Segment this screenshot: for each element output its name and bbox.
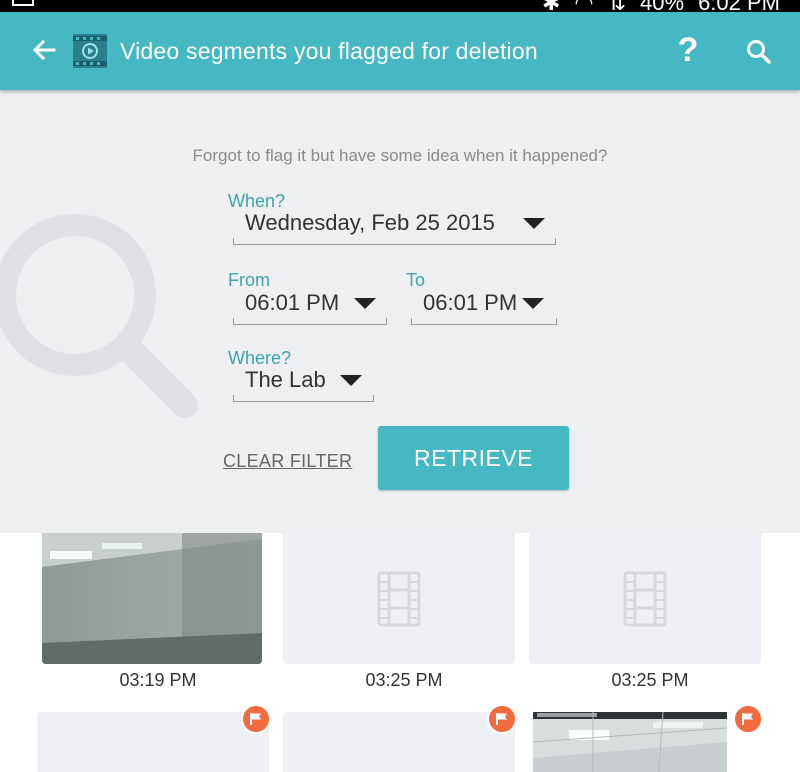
retrieve-button[interactable]: RETRIEVE [378,426,569,490]
flag-badge[interactable] [733,704,763,734]
from-time-value: 06:01 PM [245,290,340,315]
dropdown-caret-icon [354,298,376,309]
filter-panel: Forgot to flag it but have some idea whe… [0,90,800,533]
filter-hint: Forgot to flag it but have some idea whe… [192,146,608,165]
segment-card[interactable] [533,712,727,772]
where-dropdown[interactable]: The Lab [233,363,374,402]
data-transfer-icon: ⇅ [608,0,626,12]
to-time-dropdown[interactable]: 06:01 PM [411,286,557,325]
segment-time: 03:25 PM [365,670,443,690]
flag-badge[interactable] [241,704,271,734]
notification-icon [12,0,34,6]
segment-card[interactable] [529,533,761,664]
battery-text: 40% [640,0,684,12]
magnifier-watermark-icon [0,214,198,418]
help-icon[interactable]: ? [673,30,703,70]
segment-card[interactable] [283,533,515,664]
room-thumbnail-image [533,712,727,772]
flag-icon [496,713,507,725]
segment-time: 03:19 PM [119,670,197,690]
status-bar: ✱ ◠ ⇅ 40% 6:02 PM [0,0,800,12]
search-icon[interactable] [745,38,773,66]
wifi-icon: ◠ [574,0,593,12]
segment-time: 03:25 PM [611,670,689,690]
film-placeholder-icon [377,571,421,626]
to-time-value: 06:01 PM [423,290,518,315]
film-placeholder-icon [623,571,667,626]
clear-filter-link[interactable]: CLEAR FILTER [223,451,352,472]
where-value: The Lab [245,367,326,392]
flag-icon [250,713,261,725]
segment-grid: 03:19 PM 03:25 PM 03:25 PM [0,533,800,772]
bluetooth-icon: ✱ [542,0,560,12]
when-value: Wednesday, Feb 25 2015 [245,210,495,235]
flag-badge[interactable] [487,704,517,734]
dropdown-caret-icon [340,375,362,386]
from-time-dropdown[interactable]: 06:01 PM [233,286,387,325]
when-dropdown[interactable]: Wednesday, Feb 25 2015 [233,206,556,245]
video-logo-icon [73,34,107,68]
segment-card[interactable] [37,712,269,772]
app-bar: Video segments you flagged for deletion … [0,12,800,90]
dropdown-caret-icon [522,298,544,309]
dropdown-caret-icon [523,218,545,229]
flag-icon [742,713,753,725]
clock-text: 6:02 PM [698,0,780,12]
room-thumbnail-image [42,533,262,664]
status-icons: ✱ ◠ ⇅ 40% 6:02 PM [542,0,780,12]
back-arrow-icon[interactable] [30,36,58,64]
page-title: Video segments you flagged for deletion [120,38,538,64]
segment-card[interactable] [283,712,515,772]
segment-card[interactable] [42,533,262,664]
